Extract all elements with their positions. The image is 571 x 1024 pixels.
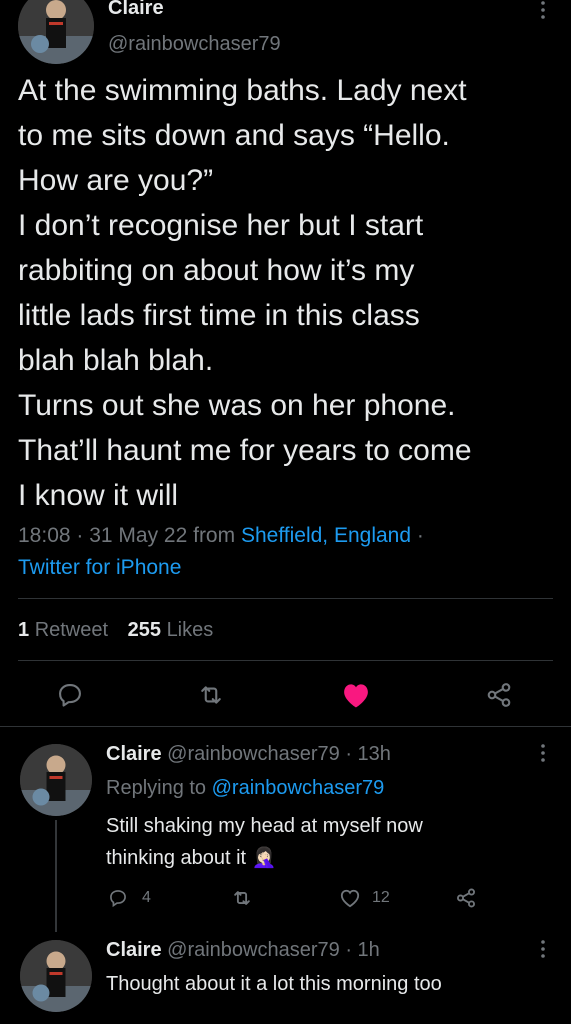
likes-label: Likes — [166, 619, 214, 641]
tweet-text-line: little lads first time in this class — [18, 299, 420, 332]
avatar[interactable] — [20, 744, 92, 816]
more-icon[interactable] — [533, 0, 553, 20]
likes-stat[interactable]: 255 Likes — [128, 619, 214, 641]
meta-separator: · — [416, 524, 424, 547]
replying-to: Replying to @rainbowchaser79 — [106, 774, 384, 802]
more-icon[interactable] — [533, 742, 553, 764]
timestamp[interactable]: 18:08 · 31 May 22 from — [18, 524, 235, 547]
tweet-text-line: blah blah blah. — [18, 344, 214, 377]
heart-filled-icon[interactable] — [340, 679, 372, 711]
tweet-text-line: I don’t recognise her but I start — [18, 209, 424, 242]
reply-text-line-content: thinking about it — [106, 847, 247, 869]
tweet-text-line: I know it will — [18, 479, 179, 512]
share-icon[interactable] — [484, 680, 514, 710]
retweet-icon[interactable] — [230, 886, 254, 910]
divider — [18, 598, 553, 599]
tweet-text: At the swimming baths. Lady next to me s… — [18, 68, 563, 518]
tweet-text-line: to me sits down and says “Hello. — [18, 119, 450, 152]
handle[interactable]: @rainbowchaser79 — [108, 33, 281, 56]
like-count: 255 — [127, 619, 161, 641]
divider — [18, 660, 553, 661]
replying-prefix: Replying to — [106, 777, 207, 799]
tweet-text-line: That’ll haunt me for years to come — [18, 434, 472, 467]
retweet-icon[interactable] — [196, 680, 226, 710]
avatar[interactable] — [20, 940, 92, 1012]
heart-outline-icon[interactable] — [338, 886, 362, 910]
reply-icon[interactable] — [55, 680, 85, 710]
share-icon[interactable] — [454, 886, 478, 910]
reply-display-name[interactable]: Claire — [106, 743, 162, 765]
reply-text-line: thinking about it 🤦🏻‍♀️ — [106, 842, 423, 874]
reply-handle-time[interactable]: @rainbowchaser79 · 1h — [167, 939, 380, 961]
facepalm-emoji: 🤦🏻‍♀️ — [251, 847, 277, 869]
tweet-meta: 18:08 · 31 May 22 from Sheffield, Englan… — [18, 520, 424, 552]
retweet-label: Retweet — [34, 619, 109, 641]
thread-line — [55, 820, 57, 932]
reply-text-line: Still shaking my head at myself now — [106, 815, 423, 837]
more-icon[interactable] — [533, 938, 553, 960]
reply-text-line: Thought about it a lot this morning too — [106, 973, 442, 995]
tweet-text-line: Turns out she was on her phone. — [18, 389, 456, 422]
reply-header: Claire @rainbowchaser79 · 13h — [106, 740, 391, 768]
reply-header: Claire @rainbowchaser79 · 1h — [106, 936, 380, 964]
reply-handle-time[interactable]: @rainbowchaser79 · 13h — [167, 743, 391, 765]
tweet-text-line: At the swimming baths. Lady next — [18, 74, 467, 107]
source-link[interactable]: Twitter for iPhone — [18, 552, 181, 584]
reply-icon[interactable] — [106, 886, 130, 910]
retweet-stat[interactable]: 1 Retweet — [18, 619, 114, 641]
tweet-stats: 1 Retweet 255 Likes — [18, 616, 213, 644]
location-link[interactable]: Sheffield, England — [241, 524, 411, 547]
retweet-count: 1 — [18, 619, 30, 641]
reply-text: Still shaking my head at myself now thin… — [106, 810, 423, 874]
tweet-text-line: How are you?” — [18, 164, 214, 197]
reply-count: 4 — [142, 889, 151, 906]
avatar[interactable] — [18, 0, 94, 64]
display-name[interactable]: Claire — [108, 0, 164, 20]
replying-handle-link[interactable]: @rainbowchaser79 — [212, 777, 385, 799]
divider — [0, 726, 571, 727]
tweet-text-line: rabbiting on about how it’s my — [18, 254, 415, 287]
like-count: 12 — [372, 889, 390, 906]
reply-display-name[interactable]: Claire — [106, 939, 162, 961]
